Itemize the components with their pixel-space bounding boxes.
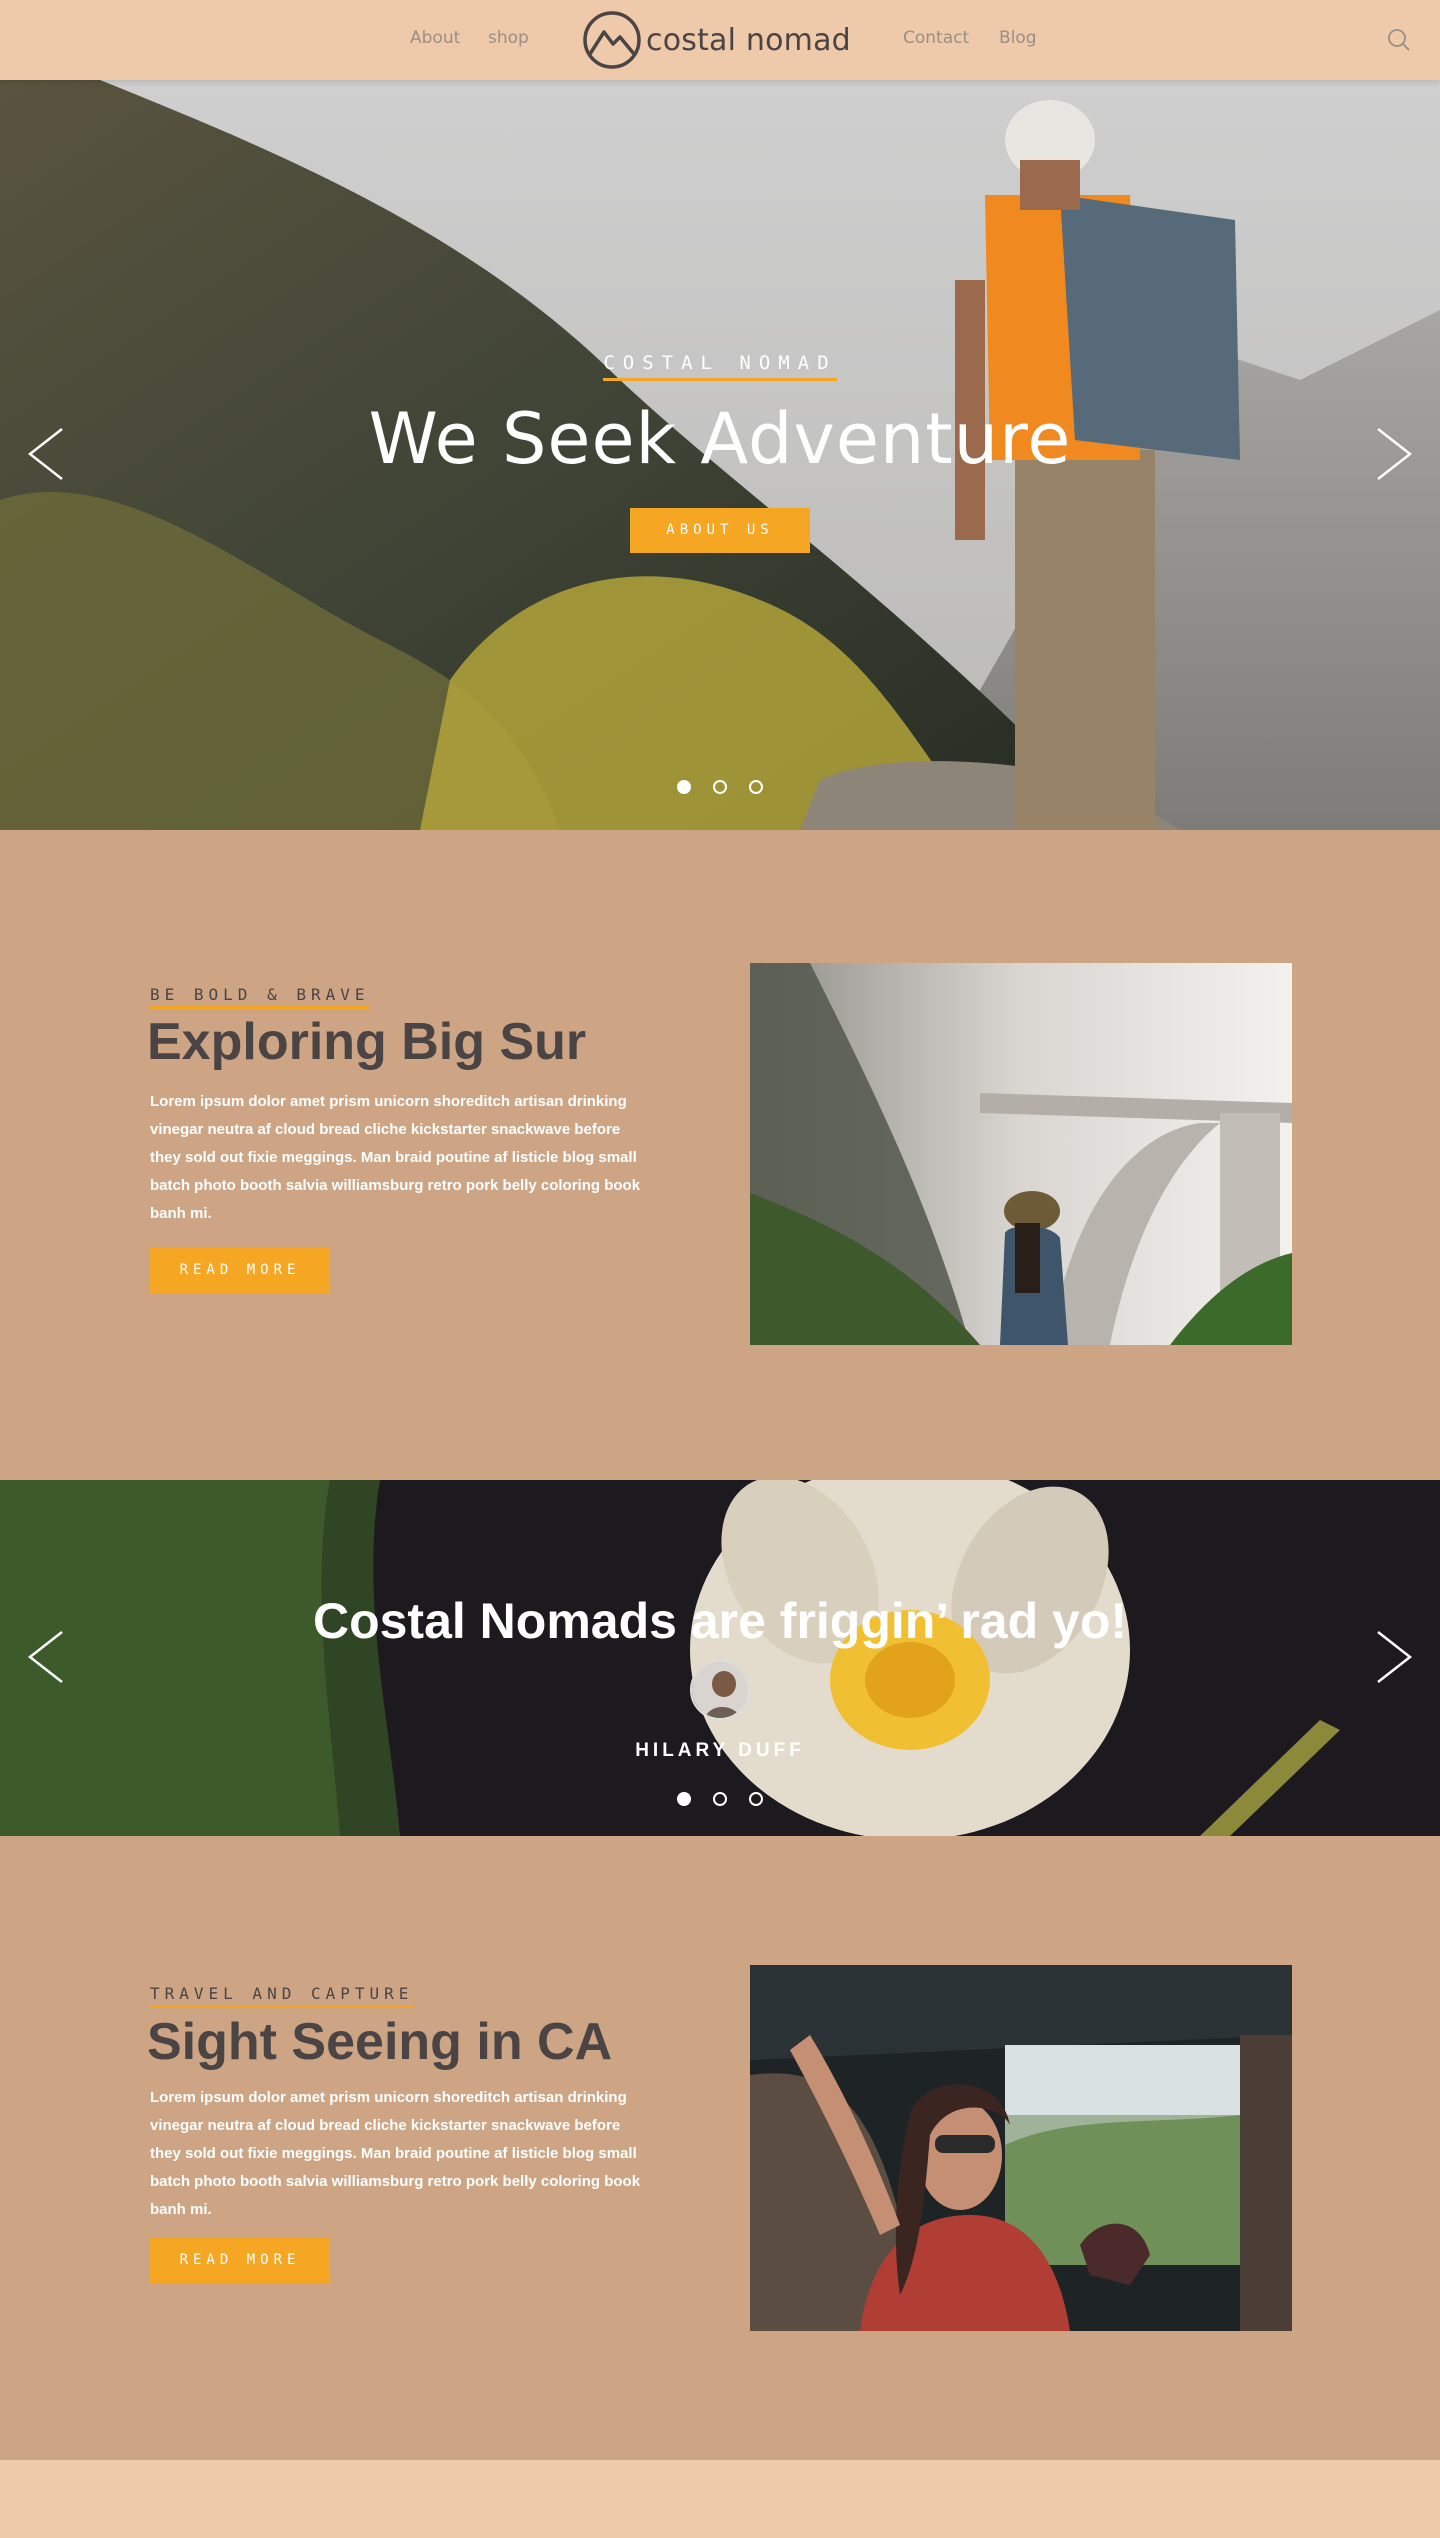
hero-kicker: COSTAL NOMAD — [0, 352, 1440, 381]
prev-arrow-icon[interactable] — [26, 1630, 66, 1684]
top-nav: About shop costal nomad Contact Blog — [0, 0, 1440, 80]
slide-dot[interactable] — [749, 1792, 763, 1806]
feature-title: Sight Seeing in CA — [147, 2013, 613, 2071]
avatar — [690, 1660, 750, 1720]
read-more-button[interactable]: READ MORE — [150, 2238, 330, 2283]
footer — [0, 2460, 1440, 2538]
next-arrow-icon[interactable] — [1374, 427, 1414, 481]
testimonial-slide-dots — [0, 1792, 1440, 1806]
nav-link-shop[interactable]: shop — [488, 28, 529, 48]
feature-eyebrow: TRAVEL AND CAPTURE — [150, 1984, 414, 2008]
feature-sight-seeing: TRAVEL AND CAPTURE Sight Seeing in CA Lo… — [0, 1836, 1440, 2460]
feature-big-sur: BE BOLD & BRAVE Exploring Big Sur Lorem … — [0, 830, 1440, 1480]
feature-body: Lorem ipsum dolor amet prism unicorn sho… — [150, 1093, 641, 1222]
slide-dot[interactable] — [713, 1792, 727, 1806]
feature-body: Lorem ipsum dolor amet prism unicorn sho… — [150, 2089, 641, 2218]
car-window-photo — [750, 1965, 1292, 2331]
testimonial-quote: Costal Nomads are friggin’ rad yo! — [312, 1593, 1128, 1649]
slide-dot[interactable] — [713, 780, 727, 794]
hero-slide-dots — [0, 780, 1440, 794]
feature-title: Exploring Big Sur — [147, 1013, 587, 1071]
nav-link-blog[interactable]: Blog — [999, 28, 1037, 48]
search-icon[interactable] — [1386, 27, 1412, 53]
testimonial-background-image — [0, 1480, 1440, 1836]
feature-eyebrow: BE BOLD & BRAVE — [150, 985, 370, 1009]
site-logo[interactable]: costal nomad — [582, 10, 851, 70]
hero-title: We Seek Adventure — [368, 398, 1072, 480]
slide-dot[interactable] — [677, 1792, 691, 1806]
mountain-circle-icon — [583, 11, 641, 69]
next-arrow-icon[interactable] — [1374, 1630, 1414, 1684]
read-more-button[interactable]: READ MORE — [150, 1248, 330, 1293]
hero-slider: COSTAL NOMAD We Seek Adventure ABOUT US — [0, 80, 1440, 830]
slide-dot[interactable] — [749, 780, 763, 794]
testimonial-author: HILARY DUFF — [635, 1740, 805, 1761]
nav-link-about[interactable]: About — [410, 28, 460, 48]
testimonial-slider: Costal Nomads are friggin’ rad yo! HILAR… — [0, 1480, 1440, 1836]
about-us-button[interactable]: ABOUT US — [630, 508, 810, 553]
prev-arrow-icon[interactable] — [26, 427, 66, 481]
nav-link-contact[interactable]: Contact — [903, 28, 969, 48]
logo-text: costal nomad — [646, 22, 851, 58]
slide-dot[interactable] — [677, 780, 691, 794]
big-sur-photo — [750, 963, 1292, 1345]
